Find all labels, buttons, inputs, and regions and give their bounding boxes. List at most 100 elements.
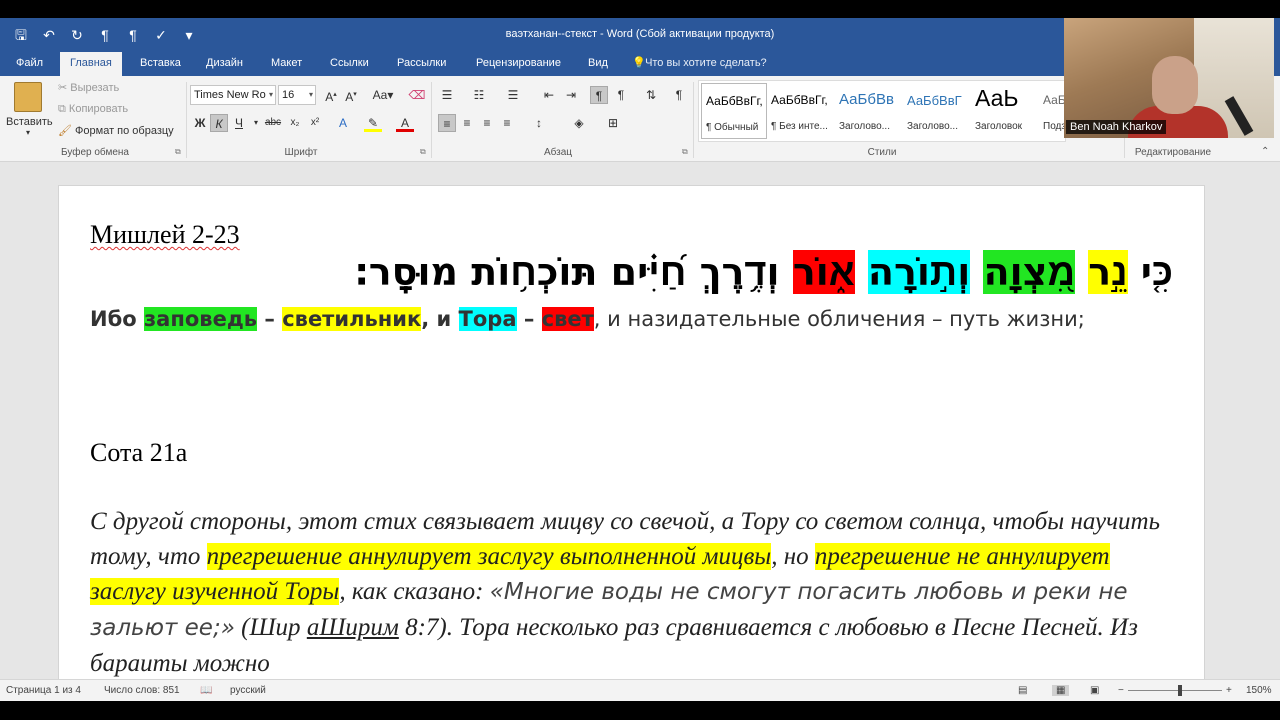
style-subtitle[interactable]: АаБ Подз xyxy=(1039,83,1066,139)
styles-group-label: Стили xyxy=(867,147,897,158)
paragraph-text: , но xyxy=(771,543,815,570)
webcam-person-face xyxy=(1152,56,1198,114)
paintbrush-icon: 🖌 xyxy=(58,125,72,137)
document-area[interactable]: Мишлей 2-23 כִּ֤י נֵ֣ר מִ֭צְוָה וְת֣וֹרָ… xyxy=(0,163,1280,679)
page-indicator[interactable]: Страница 1 из 4 xyxy=(6,685,81,696)
ltr-direction-icon[interactable]: ¶ xyxy=(590,86,608,104)
shading-icon[interactable]: ◈ xyxy=(570,114,588,132)
web-layout-icon[interactable]: ▣ xyxy=(1090,685,1099,696)
grow-font-icon[interactable]: A▴ xyxy=(322,86,340,104)
tab-file[interactable]: Файл xyxy=(6,52,53,76)
style-title[interactable]: АаЬ Заголовок xyxy=(971,83,1037,139)
subscript-icon[interactable]: x₂ xyxy=(286,114,304,132)
align-center-icon[interactable]: ≡ xyxy=(458,114,476,132)
show-formatting-icon[interactable]: ¶ xyxy=(670,86,688,104)
change-case-icon[interactable]: Aa▾ xyxy=(370,86,396,104)
tab-mailings[interactable]: Рассылки xyxy=(387,52,456,76)
font-color-icon[interactable]: A xyxy=(396,114,414,132)
format-painter-button[interactable]: 🖌 Формат по образцу xyxy=(58,124,174,137)
line-spacing-icon[interactable]: ↕ xyxy=(530,114,548,132)
dialog-launcher-icon[interactable]: ⧉ xyxy=(175,147,181,157)
status-bar: Страница 1 из 4 Число слов: 851 📖 русски… xyxy=(0,679,1280,701)
justify-icon[interactable]: ≡ xyxy=(498,114,516,132)
borders-icon[interactable]: ⊞ xyxy=(604,114,622,132)
rtl-direction-icon[interactable]: ¶ xyxy=(612,86,630,104)
dialog-launcher-icon[interactable]: ⧉ xyxy=(682,147,688,157)
style-name: ¶ Обычный xyxy=(706,122,759,133)
style-sample: АаБбВвГг, xyxy=(706,94,763,108)
cut-button[interactable]: ✂ Вырезать xyxy=(58,81,119,94)
italic-icon[interactable]: К xyxy=(210,114,228,132)
hebrew-word-highlighted: וְת֣וֹרָה xyxy=(867,250,971,294)
paste-button[interactable]: Вставить ▾ xyxy=(6,80,53,140)
increase-indent-icon[interactable]: ⇥ xyxy=(562,86,580,104)
style-heading-2[interactable]: АаБбВвГ Заголово... xyxy=(903,83,969,139)
sota-paragraph: С другой стороны, этот стих связывает ми… xyxy=(90,504,1180,679)
align-left-icon[interactable]: ≡ xyxy=(438,114,456,132)
print-layout-icon[interactable]: ▦ xyxy=(1052,685,1070,696)
shrink-font-icon[interactable]: A▾ xyxy=(342,86,360,104)
hebrew-word-highlighted: מִ֭צְוָה xyxy=(983,250,1076,294)
chevron-down-icon: ▾ xyxy=(268,90,273,99)
style-sample: АаБбВв xyxy=(839,91,894,108)
underline-icon[interactable]: Ч xyxy=(230,114,248,132)
numbering-icon[interactable]: ☷ xyxy=(470,86,488,104)
decrease-indent-icon[interactable]: ⇤ xyxy=(540,86,558,104)
text-effects-icon[interactable]: A xyxy=(334,114,352,132)
screen-bottom-bar xyxy=(0,701,1280,720)
clipboard-group-label: Буфер обмена xyxy=(61,147,129,158)
clipboard-icon xyxy=(14,82,42,112)
heading-text: Мишлей 2-23 xyxy=(90,220,240,249)
style-name: Заголовок xyxy=(975,121,1023,132)
tab-references[interactable]: Ссылки xyxy=(320,52,379,76)
translation-word-highlighted: свет xyxy=(541,307,594,331)
strikethrough-icon[interactable]: abc xyxy=(264,114,282,132)
document-page[interactable]: Мишлей 2-23 כִּ֤י נֵ֣ר מִ֭צְוָה וְת֣וֹרָ… xyxy=(58,185,1205,679)
style-name: Заголово... xyxy=(907,121,958,132)
separator xyxy=(431,82,432,158)
font-name-combo[interactable]: Times New Ro ▾ xyxy=(190,85,276,105)
font-size-combo[interactable]: 16 ▾ xyxy=(278,85,316,105)
highlight-icon[interactable]: ✎ xyxy=(364,114,382,132)
translation-text: – xyxy=(516,307,542,331)
separator xyxy=(186,82,187,158)
style-no-spacing[interactable]: АаБбВвГг, ¶ Без инте... xyxy=(767,83,833,139)
tab-insert[interactable]: Вставка xyxy=(130,52,191,76)
style-heading-1[interactable]: АаБбВв Заголово... xyxy=(835,83,901,139)
tab-review[interactable]: Рецензирование xyxy=(466,52,571,76)
tell-me-box[interactable]: 💡 Что вы хотите сделать? xyxy=(632,52,767,76)
zoom-out-icon[interactable]: − xyxy=(1118,685,1124,696)
translation-word-highlighted: светильник xyxy=(282,307,422,331)
lightbulb-icon: 💡 xyxy=(632,57,646,69)
clear-formatting-icon[interactable]: ⌫ xyxy=(408,86,426,104)
copy-button[interactable]: ⧉ Копировать xyxy=(58,103,128,116)
sort-icon[interactable]: ⇅ xyxy=(642,86,660,104)
tab-view[interactable]: Вид xyxy=(578,52,618,76)
language-indicator[interactable]: русский xyxy=(230,685,266,696)
translation-word-highlighted: Тора xyxy=(458,307,517,331)
zoom-level[interactable]: 150% xyxy=(1246,685,1272,696)
tab-layout[interactable]: Макет xyxy=(261,52,312,76)
zoom-slider[interactable] xyxy=(1128,690,1222,691)
format-painter-label: Формат по образцу xyxy=(75,125,174,137)
bold-icon[interactable]: Ж xyxy=(191,114,209,132)
proofing-icon[interactable]: 📖 xyxy=(200,685,212,696)
multilevel-list-icon[interactable]: ☰ xyxy=(504,86,522,104)
style-sample: АаБ xyxy=(1043,93,1066,107)
read-mode-icon[interactable]: ▤ xyxy=(1018,685,1027,696)
zoom-in-icon[interactable]: + xyxy=(1226,685,1232,696)
chevron-down-icon: ▾ xyxy=(308,90,313,99)
superscript-icon[interactable]: x² xyxy=(306,114,324,132)
style-normal[interactable]: АаБбВвГг, ¶ Обычный xyxy=(701,83,767,139)
zoom-slider-thumb[interactable] xyxy=(1178,685,1182,696)
reference-text: аШирим xyxy=(306,614,399,641)
collapse-ribbon-icon[interactable]: ⌃ xyxy=(1261,146,1269,157)
word-count[interactable]: Число слов: 851 xyxy=(104,685,180,696)
dialog-launcher-icon[interactable]: ⧉ xyxy=(420,147,426,157)
bullets-icon[interactable]: ☰ xyxy=(438,86,456,104)
chevron-down-icon[interactable]: ▾ xyxy=(247,114,265,132)
tab-design[interactable]: Дизайн xyxy=(196,52,253,76)
align-right-icon[interactable]: ≡ xyxy=(478,114,496,132)
tab-home[interactable]: Главная xyxy=(60,52,122,76)
hebrew-verse: כִּ֤י נֵ֣ר מִ֭צְוָה וְת֣וֹרָה א֑וֹר וְדֶ… xyxy=(355,250,1173,295)
